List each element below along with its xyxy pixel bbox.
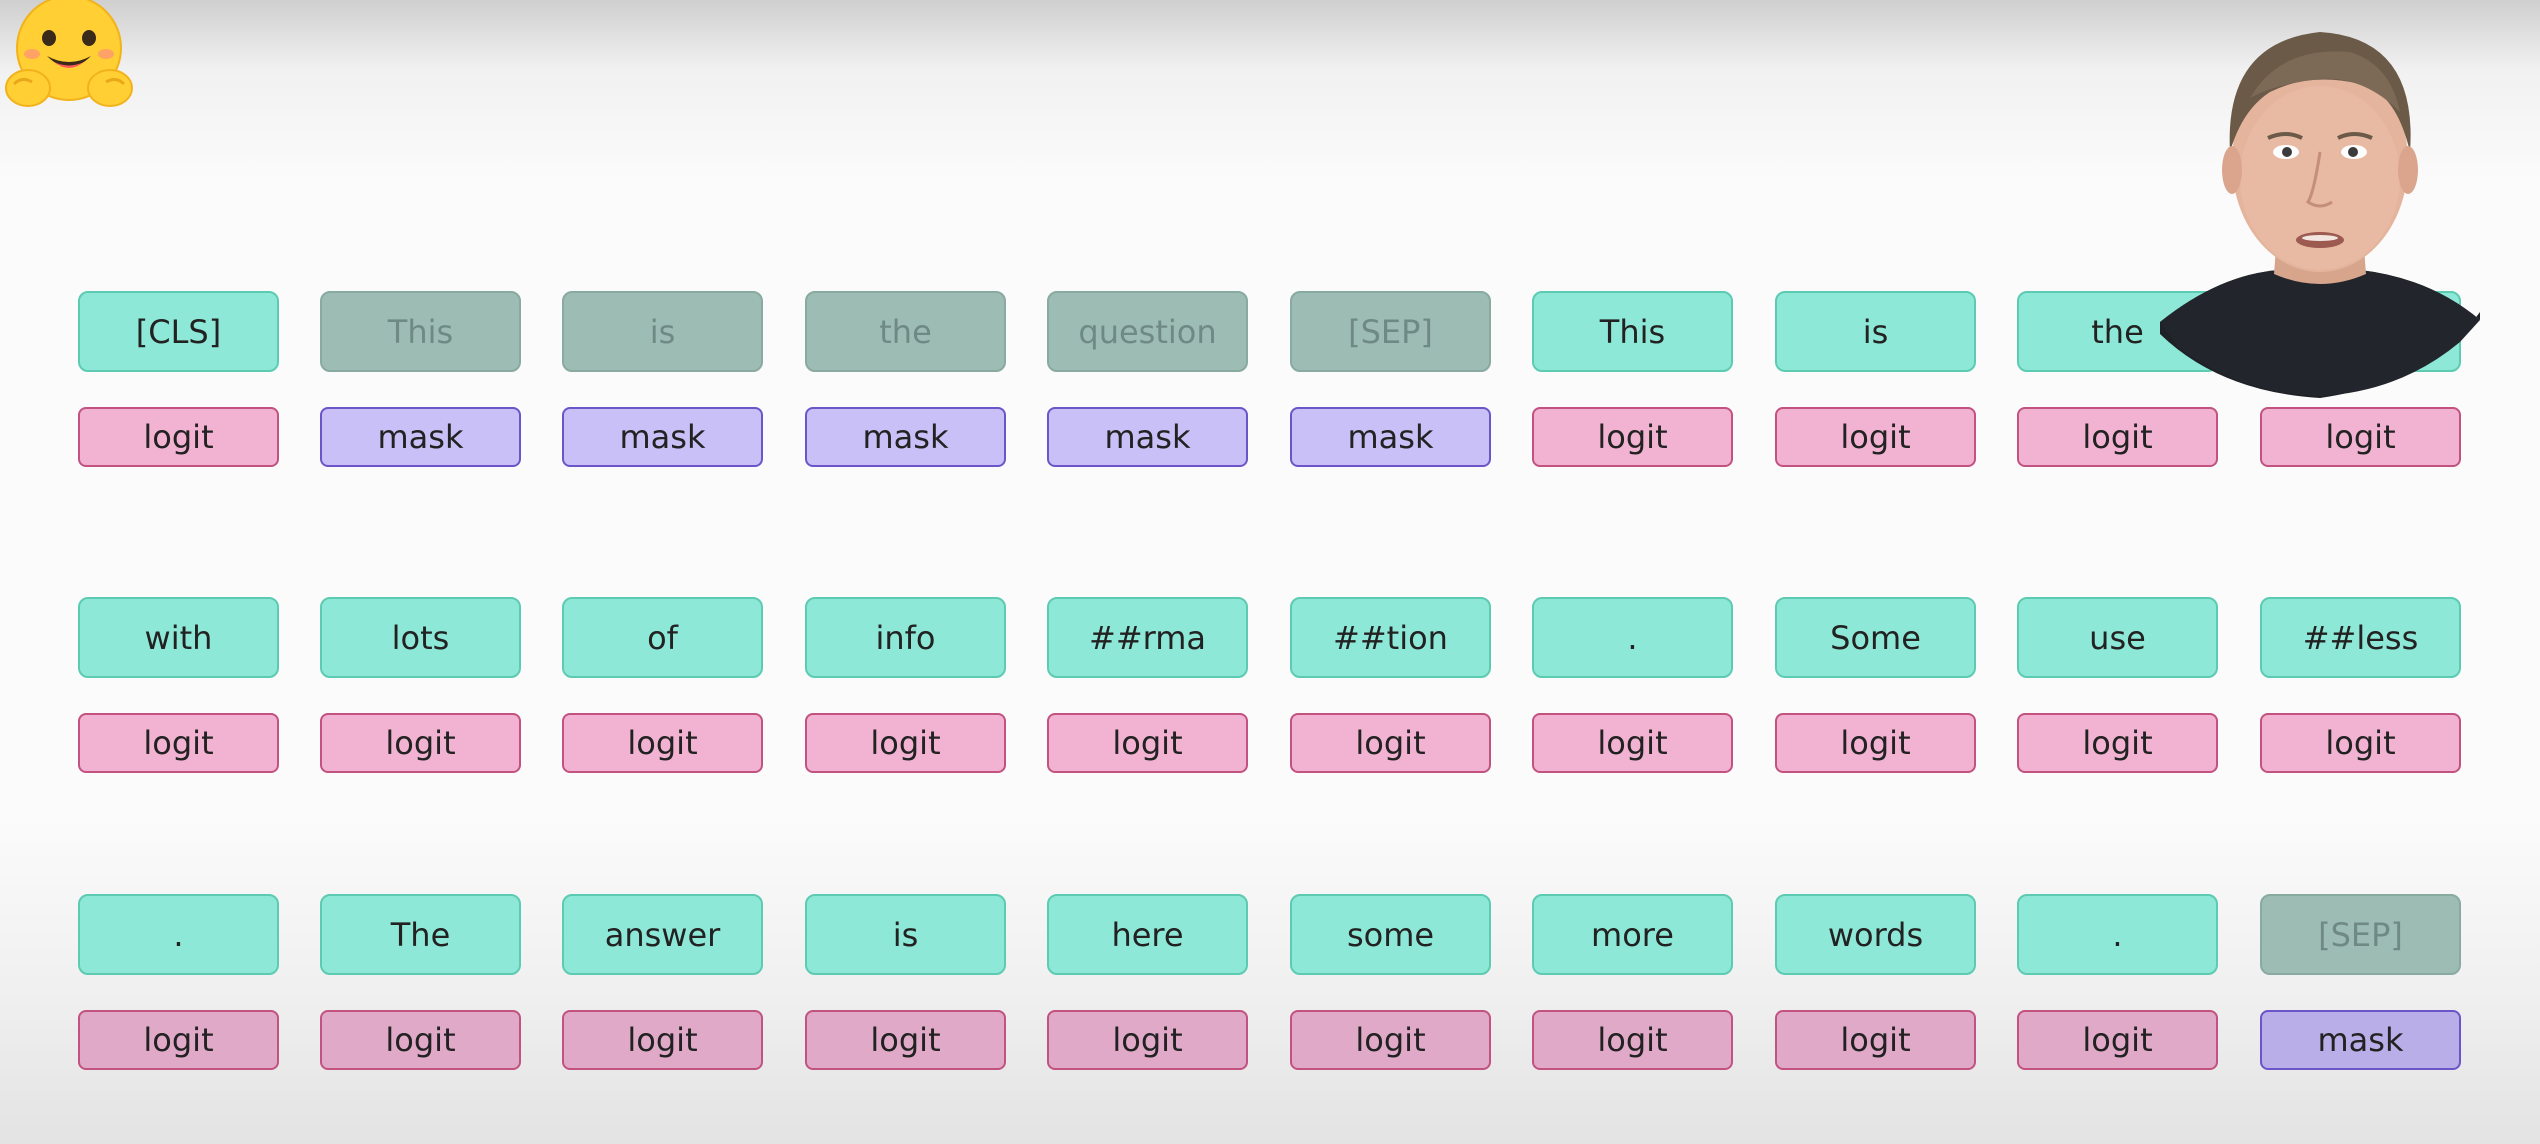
logit-box: logit — [2260, 713, 2461, 773]
logit-box: logit — [1775, 1010, 1976, 1070]
token-box: Some — [1775, 597, 1976, 678]
mask-box: mask — [1047, 407, 1248, 467]
token-box: ##less — [2260, 597, 2461, 678]
logit-box: logit — [1775, 713, 1976, 773]
logit-box: logit — [1532, 407, 1733, 467]
logit-box: logit — [805, 1010, 1006, 1070]
token-box: This — [1532, 291, 1733, 372]
mask-box: mask — [320, 407, 521, 467]
logit-box: logit — [1775, 407, 1976, 467]
logit-box: logit — [1532, 713, 1733, 773]
token-box: answer — [562, 894, 763, 975]
token-box-dimmed: [SEP] — [1290, 291, 1491, 372]
logit-box: logit — [320, 1010, 521, 1070]
token-box-dimmed: is — [562, 291, 763, 372]
token-box: is — [805, 894, 1006, 975]
token-box: with — [78, 597, 279, 678]
token-box: lots — [320, 597, 521, 678]
token-box: The — [320, 894, 521, 975]
token-box-dimmed: the — [805, 291, 1006, 372]
logit-box: logit — [1290, 713, 1491, 773]
token-box-dimmed: question — [1047, 291, 1248, 372]
logit-box: logit — [2260, 407, 2461, 467]
token-box: some — [1290, 894, 1491, 975]
logit-box: logit — [78, 407, 279, 467]
token-box: here — [1047, 894, 1248, 975]
logit-box: logit — [2017, 713, 2218, 773]
logit-box: logit — [1532, 1010, 1733, 1070]
logit-box: logit — [562, 1010, 763, 1070]
token-box: is — [1775, 291, 1976, 372]
token-box: ##rma — [1047, 597, 1248, 678]
token-box-dimmed: [SEP] — [2260, 894, 2461, 975]
logit-box: logit — [1047, 1010, 1248, 1070]
logit-box: logit — [320, 713, 521, 773]
logit-box: logit — [2017, 407, 2218, 467]
token-box: [CLS] — [78, 291, 279, 372]
logit-box: logit — [78, 1010, 279, 1070]
logit-box: logit — [805, 713, 1006, 773]
token-grid: [CLS] logit This mask is mask the mask question m… — [0, 0, 2540, 1144]
presenter-webcam — [2160, 32, 2480, 398]
token-box: . — [78, 894, 279, 975]
token-box-dimmed: This — [320, 291, 521, 372]
logit-box: logit — [2017, 1010, 2218, 1070]
logit-box: logit — [1047, 713, 1248, 773]
logit-box: logit — [562, 713, 763, 773]
token-box: info — [805, 597, 1006, 678]
mask-box: mask — [2260, 1010, 2461, 1070]
mask-box: mask — [805, 407, 1006, 467]
logit-box: logit — [78, 713, 279, 773]
logit-box: logit — [1290, 1010, 1491, 1070]
slide-background: [CLS] logit This mask is mask the mask question m… — [0, 0, 2540, 1144]
token-box: use — [2017, 597, 2218, 678]
token-box: more — [1532, 894, 1733, 975]
mask-box: mask — [1290, 407, 1491, 467]
token-box: of — [562, 597, 763, 678]
token-box: . — [2017, 894, 2218, 975]
token-box: ##tion — [1290, 597, 1491, 678]
token-box: words — [1775, 894, 1976, 975]
token-box: . — [1532, 597, 1733, 678]
mask-box: mask — [562, 407, 763, 467]
